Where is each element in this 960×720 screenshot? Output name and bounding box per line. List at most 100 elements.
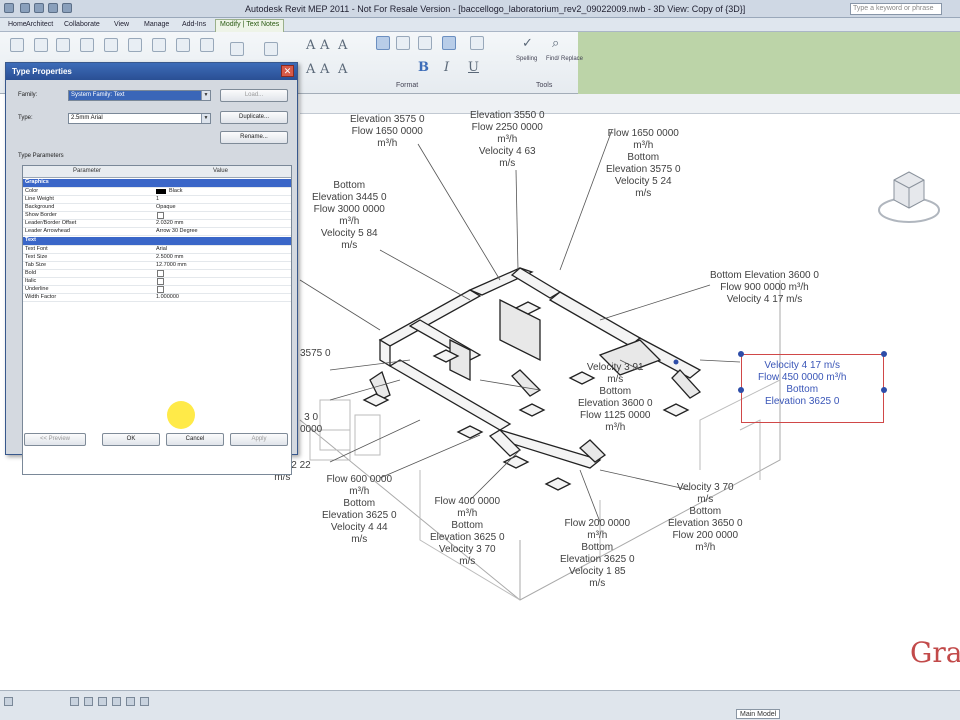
duct-tag-9[interactable]: 3 0 0000 — [300, 412, 322, 436]
preview-button[interactable]: << Preview — [24, 433, 86, 446]
viewcube-icon[interactable] — [874, 160, 944, 230]
duct-tag-6-selected[interactable]: Velocity 4 17 m/s Flow 450 0000 m³/h Botto… — [758, 360, 846, 408]
checkbox[interactable] — [157, 286, 164, 293]
duct-tag-4[interactable]: Bottom Elevation 3445 0 Flow 3000 0000 m³/h… — [312, 180, 387, 252]
param-value: 1.000000 — [156, 294, 179, 300]
search-input[interactable]: Type a keyword or phrase — [850, 3, 942, 15]
group-text[interactable]: Text — [23, 237, 291, 246]
align-center-icon[interactable] — [396, 36, 410, 50]
duct-tag-7[interactable]: Velocity 3 91 m/s Bottom Elevation 3600 0 Fl… — [578, 362, 653, 434]
param-row[interactable]: Background Opaque — [23, 204, 291, 212]
save-icon[interactable] — [34, 3, 44, 13]
contextual-panel-band — [578, 32, 960, 94]
selection-handle-tr[interactable] — [881, 351, 887, 357]
cope-icon[interactable] — [104, 38, 118, 52]
group-graphics[interactable]: Graphics — [23, 179, 291, 188]
duct-tag-2[interactable]: Elevation 3550 0 Flow 2250 0000 m³/h Veloci… — [470, 110, 545, 170]
offset-icon[interactable] — [152, 38, 166, 52]
redo-icon[interactable] — [62, 3, 72, 13]
spelling-icon[interactable]: ✓ — [522, 36, 533, 51]
duplicate-button[interactable]: Duplicate... — [220, 111, 288, 124]
family-value: System Family: Text — [71, 92, 125, 98]
mirror-icon[interactable] — [176, 38, 190, 52]
leader-a-icon-3[interactable]: A — [338, 62, 347, 77]
tab-architect[interactable]: Architect — [22, 20, 57, 31]
text-size-a-icon-2[interactable]: A — [320, 38, 329, 53]
param-row[interactable]: Color Black — [23, 188, 291, 196]
selection-handle-tl[interactable] — [738, 351, 744, 357]
selection-handle-l[interactable] — [738, 387, 744, 393]
align-middle-icon[interactable] — [470, 36, 484, 50]
rename-button[interactable]: Rename... — [220, 131, 288, 144]
param-row[interactable]: Bold — [23, 270, 291, 278]
param-row[interactable]: Width Factor 1.000000 — [23, 294, 291, 302]
param-row[interactable]: Underline — [23, 286, 291, 294]
param-value: 12.7000 mm — [156, 262, 187, 268]
duct-tag-11[interactable]: Flow 600 0000 m³/h Bottom Elevation 3625 0V… — [322, 474, 397, 546]
duct-tag-1[interactable]: Elevation 3575 0 Flow 1650 0000 m³/h — [350, 114, 425, 150]
scale-icon[interactable] — [4, 697, 13, 706]
tab-add-ins[interactable]: Add-Ins — [178, 20, 210, 31]
param-row[interactable]: Text Size 2.5000 mm — [23, 254, 291, 262]
text-size-a-icon[interactable]: A — [306, 38, 315, 53]
active-model-selector[interactable]: Main Model — [736, 709, 781, 719]
tab-modify-text-notes[interactable]: Modify | Text Notes — [215, 19, 285, 32]
duct-tag-3[interactable]: Flow 1650 0000 m³/h Bottom Elevation 3575 0… — [606, 128, 681, 200]
checkbox[interactable] — [157, 212, 164, 219]
param-row[interactable]: Italic — [23, 278, 291, 286]
move-icon[interactable] — [200, 38, 214, 52]
load-button[interactable]: Load... — [220, 89, 288, 102]
align-top-icon[interactable] — [442, 36, 456, 50]
param-row[interactable]: Text Font Arial — [23, 246, 291, 254]
apply-button[interactable]: Apply — [230, 433, 288, 446]
cancel-button[interactable]: Cancel — [166, 433, 224, 446]
paste-icon[interactable] — [34, 38, 48, 52]
hide-isolate-icon[interactable] — [140, 697, 149, 706]
ok-button[interactable]: OK — [102, 433, 160, 446]
duct-tag-12[interactable]: Flow 400 0000 m³/h Bottom Elevation 3625 0V… — [430, 496, 505, 568]
param-row[interactable]: Leader/Border Offset 2.0320 mm — [23, 220, 291, 228]
create-group-icon[interactable] — [264, 42, 278, 56]
type-select[interactable]: 2.5mm Arial ▼ — [68, 113, 211, 124]
bold-icon[interactable]: B — [418, 60, 429, 75]
find-replace-icon[interactable]: ⌕ — [552, 36, 559, 51]
text-size-a-icon-3[interactable]: A — [338, 38, 347, 53]
open-icon[interactable] — [20, 3, 30, 13]
options-bar — [300, 94, 960, 114]
leader-a-icon[interactable]: A — [306, 62, 315, 77]
duct-tag-13[interactable]: Flow 200 0000 m³/h Bottom Elevation 3625 0V… — [560, 518, 635, 590]
cut-icon[interactable] — [56, 38, 70, 52]
close-icon[interactable]: ✕ — [281, 65, 294, 77]
param-row[interactable]: Show Border — [23, 212, 291, 220]
checkbox[interactable] — [157, 278, 164, 285]
type-properties-dialog: Type Properties ✕ Family: System Family:… — [5, 62, 298, 475]
undo-icon[interactable] — [48, 3, 58, 13]
param-row[interactable]: Tab Size 12.7000 mm — [23, 262, 291, 270]
duct-tag-5[interactable]: Bottom Elevation 3600 0 Flow 900 0000 m³/… — [710, 270, 819, 306]
italic-icon[interactable]: I — [444, 60, 449, 75]
duct-tag-8[interactable]: 3575 0 — [300, 348, 331, 360]
param-row[interactable]: Leader Arrowhead Arrow 30 Degree — [23, 228, 291, 236]
detail-level-icon[interactable] — [70, 697, 79, 706]
sun-path-icon[interactable] — [98, 697, 107, 706]
align-right-icon[interactable] — [418, 36, 432, 50]
selection-handle-r[interactable] — [881, 387, 887, 393]
family-select[interactable]: System Family: Text ▼ — [68, 90, 211, 101]
app-menu-icon[interactable] — [4, 3, 14, 13]
tab-collaborate[interactable]: Collaborate — [60, 20, 104, 31]
visual-style-icon[interactable] — [84, 697, 93, 706]
tab-manage[interactable]: Manage — [140, 20, 173, 31]
align-left-icon[interactable] — [376, 36, 390, 50]
tab-view[interactable]: View — [110, 20, 133, 31]
leader-a-icon-2[interactable]: A — [320, 62, 329, 77]
underline-icon[interactable]: U — [468, 60, 479, 75]
measure-icon[interactable] — [230, 42, 244, 56]
checkbox[interactable] — [157, 270, 164, 277]
param-row[interactable]: Line Weight 1 — [23, 196, 291, 204]
duct-tag-14[interactable]: Velocity 3 70 m/s Bottom Elevation 3650 0 Fl… — [668, 482, 743, 554]
crop-icon[interactable] — [126, 697, 135, 706]
modify-tool-icon[interactable] — [10, 38, 24, 52]
align-icon[interactable] — [128, 38, 142, 52]
join-icon[interactable] — [80, 38, 94, 52]
shadows-icon[interactable] — [112, 697, 121, 706]
